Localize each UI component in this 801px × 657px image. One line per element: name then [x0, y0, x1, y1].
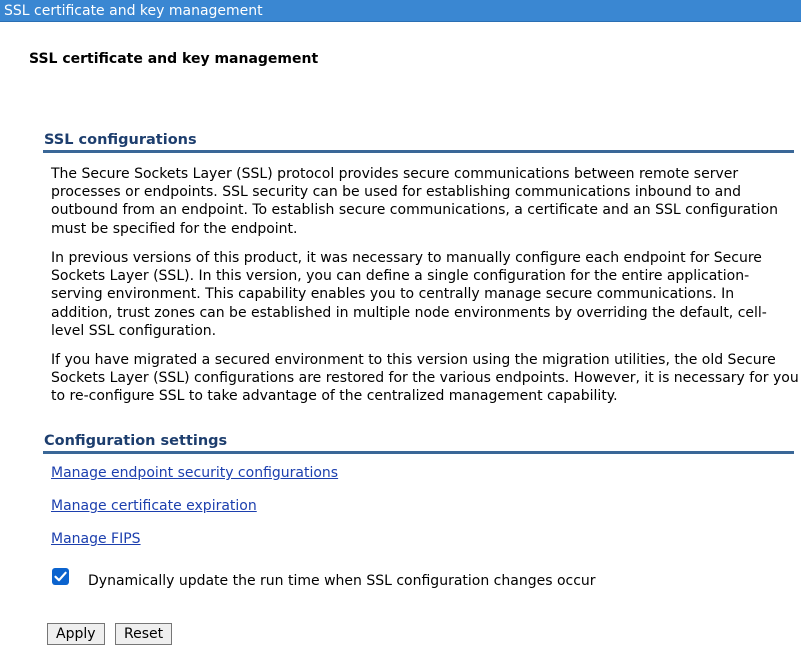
configuration-settings-header: Configuration settings	[43, 432, 794, 454]
manage-endpoint-security-link[interactable]: Manage endpoint security configurations	[51, 464, 338, 482]
ssl-description-paragraph-3: If you have migrated a secured environme…	[51, 352, 799, 405]
checkmark-icon	[54, 571, 67, 582]
dynamic-update-label: Dynamically update the run time when SSL…	[88, 573, 596, 589]
ssl-description-paragraph-1: The Secure Sockets Layer (SSL) protocol …	[51, 166, 778, 237]
window-title-bar: SSL certificate and key management	[0, 0, 801, 22]
dynamic-update-checkbox[interactable]	[52, 568, 69, 585]
reset-button[interactable]: Reset	[115, 623, 173, 645]
page: SSL certificate and key management SSL c…	[0, 0, 801, 657]
window-title: SSL certificate and key management	[4, 3, 263, 19]
ssl-description-paragraph-2: In previous versions of this product, it…	[51, 250, 767, 339]
manage-certificate-expiration-link[interactable]: Manage certificate expiration	[51, 497, 257, 515]
page-title: SSL certificate and key management	[29, 51, 319, 67]
ssl-configurations-section: SSL configurations	[43, 131, 794, 153]
manage-fips-link[interactable]: Manage FIPS	[51, 530, 141, 548]
apply-button[interactable]: Apply	[47, 623, 105, 645]
configuration-settings-section: Configuration settings	[43, 432, 794, 454]
ssl-configurations-header: SSL configurations	[43, 131, 794, 153]
